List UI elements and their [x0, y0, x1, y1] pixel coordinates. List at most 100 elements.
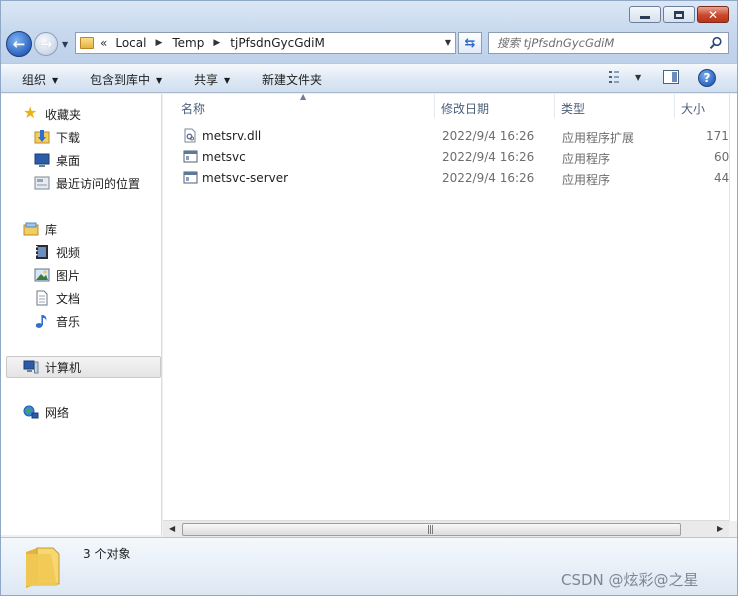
organize-menu[interactable]: 组织 ▼ [22, 71, 58, 88]
command-bar: 组织 ▼ 包含到库中 ▼ 共享 ▼ 新建文件夹 ▼ ? [1, 63, 737, 93]
breadcrumb-separator-icon[interactable]: ▶ [213, 38, 220, 48]
details-pane: 3 个对象 CSDN @炫彩@之星 [1, 537, 737, 595]
help-button[interactable]: ? [698, 69, 716, 87]
sidebar-item-label: 计算机 [45, 360, 82, 375]
table-row[interactable]: metsvc-server 2022/9/4 16:26 应用程序 44 [163, 168, 729, 189]
sidebar-item-music[interactable]: 音乐 [34, 311, 80, 331]
sidebar-item-label: 网络 [45, 405, 70, 420]
breadcrumb-item-current[interactable]: tjPfsdnGycGdiM [230, 36, 325, 50]
breadcrumb-overflow[interactable]: « [100, 36, 107, 50]
scrollbar-thumb[interactable]: ||| [182, 523, 681, 536]
navigation-pane: ★ 收藏夹 下载 桌面 最近访问的位置 库 视频 图片 文档 音乐 计算机 网络 [1, 94, 162, 535]
address-dropdown-icon[interactable]: ▼ [445, 38, 451, 47]
back-button[interactable]: ← [6, 31, 32, 57]
sort-ascending-icon: ▲ [300, 94, 307, 101]
file-name: metsvc [202, 150, 246, 164]
file-type: 应用程序 [562, 152, 611, 166]
sidebar-item-label: 视频 [56, 245, 81, 260]
sidebar-item-label: 桌面 [56, 153, 81, 168]
new-folder-button[interactable]: 新建文件夹 [262, 71, 322, 88]
file-size: 171 [706, 129, 729, 143]
breadcrumb-item-temp[interactable]: Temp [172, 36, 204, 50]
file-list-view: 名称 ▲ 修改日期 类型 大小 metsrv.dll 2022/9/4 16:2… [163, 94, 729, 521]
search-icon[interactable] [709, 36, 723, 50]
close-icon: ✕ [707, 7, 719, 22]
maximize-button[interactable] [663, 6, 695, 23]
computer-icon [23, 360, 39, 374]
include-in-library-menu[interactable]: 包含到库中 ▼ [90, 71, 162, 88]
column-header-label: 大小 [681, 102, 706, 116]
dll-file-icon [184, 128, 196, 143]
minimize-icon [640, 16, 650, 19]
chevron-down-icon: ▼ [224, 76, 231, 85]
table-row[interactable]: metsrv.dll 2022/9/4 16:26 应用程序扩展 171 [163, 126, 729, 147]
sidebar-item-label: 收藏夹 [45, 107, 82, 122]
file-name: metsvc-server [202, 171, 289, 185]
recent-pages-dropdown-icon[interactable]: ▼ [62, 40, 68, 49]
sidebar-item-recent-places[interactable]: 最近访问的位置 [34, 173, 140, 193]
sidebar-item-pictures[interactable]: 图片 [34, 265, 80, 285]
forward-button[interactable]: → [34, 32, 58, 56]
forward-arrow-icon: → [39, 34, 53, 53]
sidebar-item-label: 下载 [56, 130, 81, 145]
desktop-icon [34, 153, 50, 167]
file-type: 应用程序 [562, 173, 611, 187]
exe-file-icon [183, 150, 198, 163]
preview-pane-icon[interactable] [663, 70, 679, 84]
view-details-icon [609, 71, 619, 83]
folder-icon [80, 37, 94, 49]
music-icon [35, 315, 47, 328]
chevron-down-icon[interactable]: ▼ [635, 73, 641, 82]
scroll-right-icon[interactable]: ▶ [717, 524, 723, 533]
include-in-library-label: 包含到库中 [90, 73, 151, 87]
title-bar: ✕ ← → ▼ « Local ▶ Temp ▶ tjPfsdnGycGdiM … [1, 1, 737, 63]
refresh-button[interactable]: ⇆ [458, 32, 482, 54]
chevron-down-icon: ▼ [156, 76, 163, 85]
sidebar-item-network[interactable]: 网络 [23, 402, 69, 422]
star-icon: ★ [23, 103, 38, 122]
video-icon [36, 245, 48, 259]
document-icon [36, 290, 48, 306]
search-input[interactable]: 搜索 tjPfsdnGycGdiM [488, 32, 729, 54]
refresh-icon: ⇆ [464, 35, 476, 51]
file-modified: 2022/9/4 16:26 [442, 171, 535, 185]
breadcrumb-separator-icon[interactable]: ▶ [155, 38, 162, 48]
file-modified: 2022/9/4 16:26 [442, 129, 535, 143]
column-header-type[interactable]: 类型 [555, 94, 675, 118]
file-type: 应用程序扩展 [562, 131, 635, 145]
change-view-button[interactable]: ▼ [609, 71, 641, 83]
breadcrumb-item-local[interactable]: Local [115, 36, 146, 50]
search-placeholder: 搜索 tjPfsdnGycGdiM [497, 36, 615, 50]
close-button[interactable]: ✕ [697, 6, 729, 23]
watermark-text: CSDN @炫彩@之星 [561, 571, 699, 589]
sidebar-item-desktop[interactable]: 桌面 [34, 150, 80, 170]
column-header-label: 名称 [181, 102, 206, 116]
back-arrow-icon: ← [12, 34, 26, 53]
column-header-size[interactable]: 大小 [675, 94, 729, 118]
minimize-button[interactable] [629, 6, 661, 23]
organize-label: 组织 [22, 73, 47, 87]
chevron-down-icon: ▼ [52, 76, 59, 85]
file-size: 60 [714, 150, 730, 164]
sidebar-item-computer[interactable]: 计算机 [23, 357, 81, 377]
column-header-label: 类型 [561, 102, 586, 116]
sidebar-item-videos[interactable]: 视频 [34, 242, 80, 262]
share-menu[interactable]: 共享 ▼ [194, 71, 230, 88]
column-header-modified[interactable]: 修改日期 [435, 94, 555, 118]
scrollbar-grip-icon: ||| [427, 525, 434, 535]
explorer-window: ✕ ← → ▼ « Local ▶ Temp ▶ tjPfsdnGycGdiM … [0, 0, 738, 596]
picture-icon [34, 268, 50, 282]
new-folder-label: 新建文件夹 [262, 73, 323, 87]
column-header-label: 修改日期 [441, 102, 490, 116]
navigation-row: ← → ▼ « Local ▶ Temp ▶ tjPfsdnGycGdiM ▼ … [1, 27, 737, 59]
address-bar[interactable]: « Local ▶ Temp ▶ tjPfsdnGycGdiM ▼ [75, 32, 456, 54]
column-header-name[interactable]: 名称 ▲ [163, 94, 435, 118]
scroll-left-icon[interactable]: ◀ [169, 524, 175, 533]
sidebar-item-favorites[interactable]: ★ 收藏夹 [23, 104, 81, 124]
right-edge-strip [729, 94, 737, 521]
sidebar-item-downloads[interactable]: 下载 [34, 127, 80, 147]
sidebar-item-documents[interactable]: 文档 [34, 288, 80, 308]
horizontal-scrollbar[interactable]: ◀ ||| ▶ [163, 520, 729, 537]
sidebar-item-libraries[interactable]: 库 [23, 219, 57, 239]
table-row[interactable]: metsvc 2022/9/4 16:26 应用程序 60 [163, 147, 729, 168]
